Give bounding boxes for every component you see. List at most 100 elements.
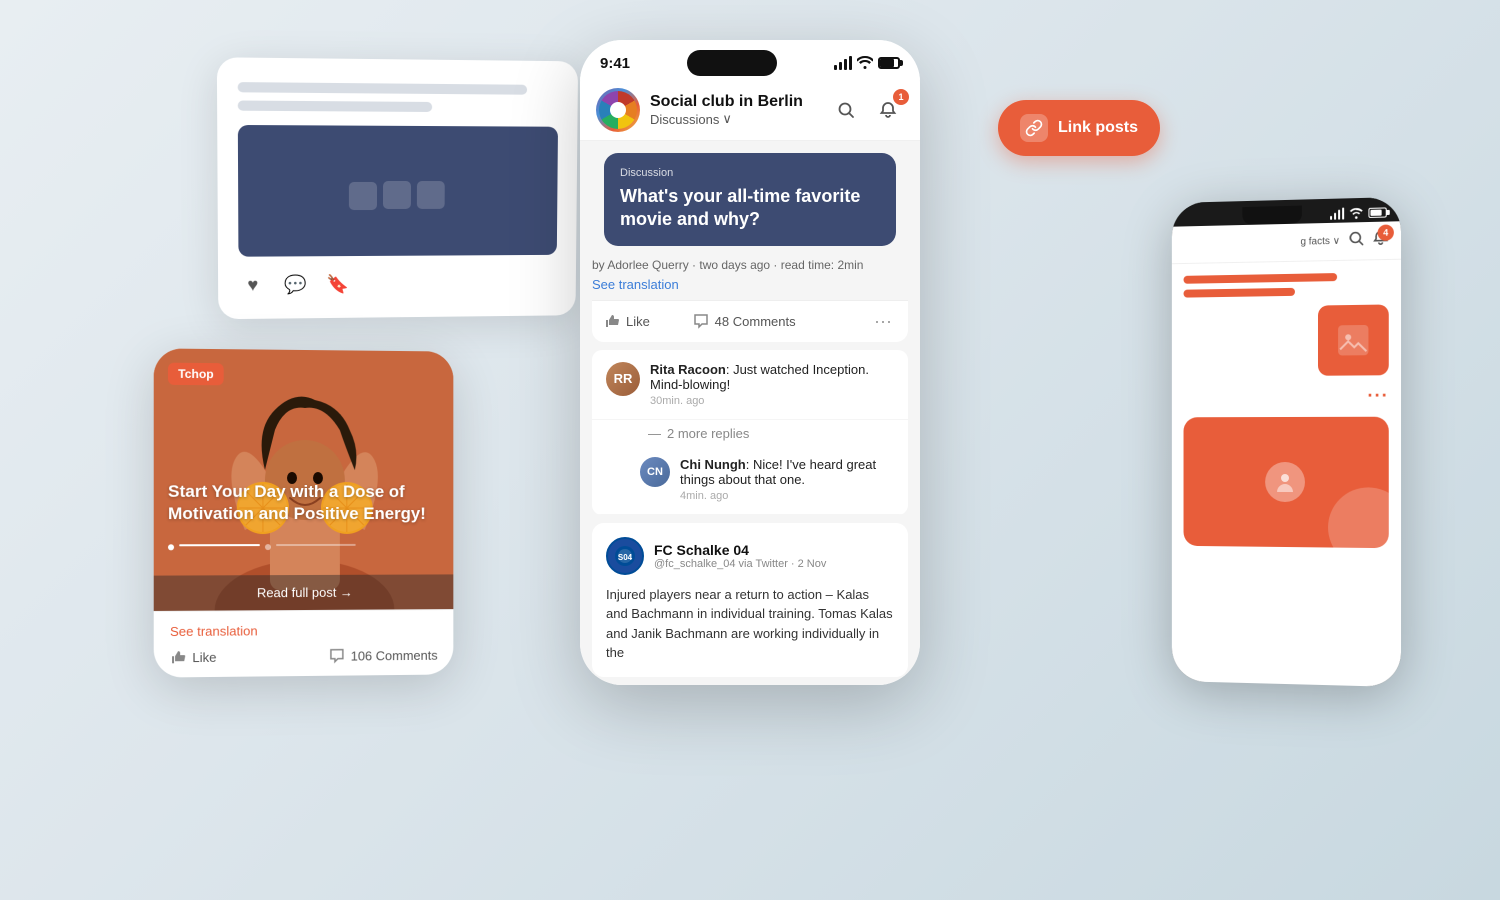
phone-content: Discussion What's your all-time favorite… [580,141,920,685]
skeleton-line [238,82,527,95]
right-notification-button[interactable]: 4 [1372,230,1388,252]
like-button[interactable]: Like [604,313,693,329]
svg-text:S04: S04 [618,553,633,562]
article-card-phone: Tchop Start Your Day with a Dose of Moti… [154,348,454,677]
comment-user: Rita Racoon [650,362,726,377]
link-posts-button[interactable]: Link posts [998,100,1160,156]
notification-button[interactable]: 1 [872,94,904,126]
schalke-avatar: S04 [606,537,644,575]
main-phone: 9:41 Social club [580,40,920,685]
wifi-icon [857,55,873,72]
discussion-card: Discussion What's your all-time favorite… [604,153,896,246]
link-posts-icon [1020,114,1048,142]
article-actions: Like 106 Comments [170,647,438,666]
right-status-icons [1330,206,1387,220]
reply-user: Chi Nungh [680,457,746,472]
club-avatar[interactable] [596,88,640,132]
battery-icon [878,57,900,69]
post-user-info: FC Schalke 04 @fc_schalke_04 via Twitter… [654,542,826,570]
bookmark-icon[interactable]: 🔖 [324,270,352,298]
status-icons [834,55,900,72]
right-wifi-icon [1349,207,1363,219]
article-bottom-overlay: Start Your Day with a Dose of Motivation… [154,480,454,610]
orange-bar-1 [1184,273,1337,284]
signal-bar-4 [849,56,852,70]
right-phone: g facts ∨ 4 [1172,197,1401,687]
comment-text: Rita Racoon: Just watched Inception. Min… [650,362,894,392]
desktop-mockup-card: ♥ 💬 🔖 [217,57,578,319]
decorative-circle [1328,487,1389,548]
reply-text: Chi Nungh: Nice! I've heard great things… [680,457,894,487]
right-phone-body: g facts ∨ 4 [1172,221,1401,687]
signal-bar-3 [844,59,847,70]
header-right: 1 [830,94,904,126]
chi-avatar: CN [640,457,670,487]
club-name: Social club in Berlin [650,93,803,111]
read-full-post-button[interactable]: Read full post → [154,574,454,611]
dynamic-island [687,50,777,76]
comments-section: RR Rita Racoon: Just watched Inception. … [592,350,908,515]
article-image: Tchop Start Your Day with a Dose of Moti… [154,348,454,611]
club-avatar-inner [599,91,637,129]
article-bottom-actions: See translation Like 106 Comments [154,609,454,678]
article-comments-button[interactable]: 106 Comments [329,647,438,664]
article-source-badge: Tchop [168,363,224,386]
skeleton-square [383,181,411,209]
schalke-post-card: S04 FC Schalke 04 @fc_schalke_04 via Twi… [592,523,908,677]
skeleton-square [417,181,445,209]
discussion-meta: by Adorlee Querry · two days ago · read … [592,258,908,272]
action-icons-row: ♥ 💬 🔖 [239,269,557,299]
battery-fill [880,59,894,67]
comment-time: 30min. ago [650,395,894,407]
see-translation-link[interactable]: See translation [170,622,438,639]
club-section[interactable]: Discussions ∨ [650,111,803,127]
skeleton-image [238,125,558,257]
see-translation-link[interactable]: See translation [592,277,679,292]
orange-featured-card [1184,417,1389,548]
phone-time: 9:41 [600,55,630,72]
three-dots[interactable]: ··· [1184,385,1389,407]
post-username: FC Schalke 04 [654,542,826,558]
right-notification-badge: 4 [1378,224,1394,241]
right-notch [1242,206,1302,225]
signal-bar-1 [834,65,837,70]
link-posts-label: Link posts [1058,119,1138,137]
right-phone-header: g facts ∨ 4 [1172,221,1401,264]
right-image-placeholder [1318,304,1389,375]
club-info: Social club in Berlin Discussions ∨ [650,93,803,127]
right-signal [1330,207,1345,219]
person-avatar-circle [1265,462,1305,502]
signal-bars [834,56,852,70]
search-button[interactable] [830,94,862,126]
more-button[interactable]: ··· [870,311,896,332]
app-header: Social club in Berlin Discussions ∨ [580,80,920,141]
placeholder [1185,217,1214,218]
status-bar: 9:41 [580,40,920,80]
comments-button[interactable]: 48 Comments [693,313,870,329]
comment-item: RR Rita Racoon: Just watched Inception. … [592,350,908,420]
comment-body: Rita Racoon: Just watched Inception. Min… [650,362,894,407]
right-battery [1368,207,1386,218]
post-header: S04 FC Schalke 04 @fc_schalke_04 via Twi… [606,537,894,575]
orange-bar-2 [1184,288,1296,298]
image-dots-row [1184,304,1389,376]
signal-bar-2 [839,62,842,70]
content-bars [1184,272,1389,298]
post-meta: @fc_schalke_04 via Twitter · 2 Nov [654,558,826,570]
discussion-post-container: Discussion What's your all-time favorite… [592,153,908,246]
comment-icon[interactable]: 💬 [281,270,309,298]
post-actions: Like 48 Comments ··· [592,300,908,342]
more-replies[interactable]: — 2 more replies [592,420,908,445]
article-title-text: Start Your Day with a Dose of Motivation… [154,480,454,575]
heart-icon[interactable]: ♥ [239,271,268,299]
skeleton-line [238,100,432,112]
notification-badge: 1 [893,89,909,105]
header-left: Social club in Berlin Discussions ∨ [596,88,803,132]
reply-body: Chi Nungh: Nice! I've heard great things… [680,457,894,502]
article-like-button[interactable]: Like [170,649,216,666]
right-phone-content: ··· [1172,260,1401,561]
discussion-label: Discussion [620,167,880,179]
discussion-title: What's your all-time favorite movie and … [620,185,880,232]
right-search-button[interactable] [1348,230,1364,252]
see-translation-wrapper: See translation [580,272,920,300]
